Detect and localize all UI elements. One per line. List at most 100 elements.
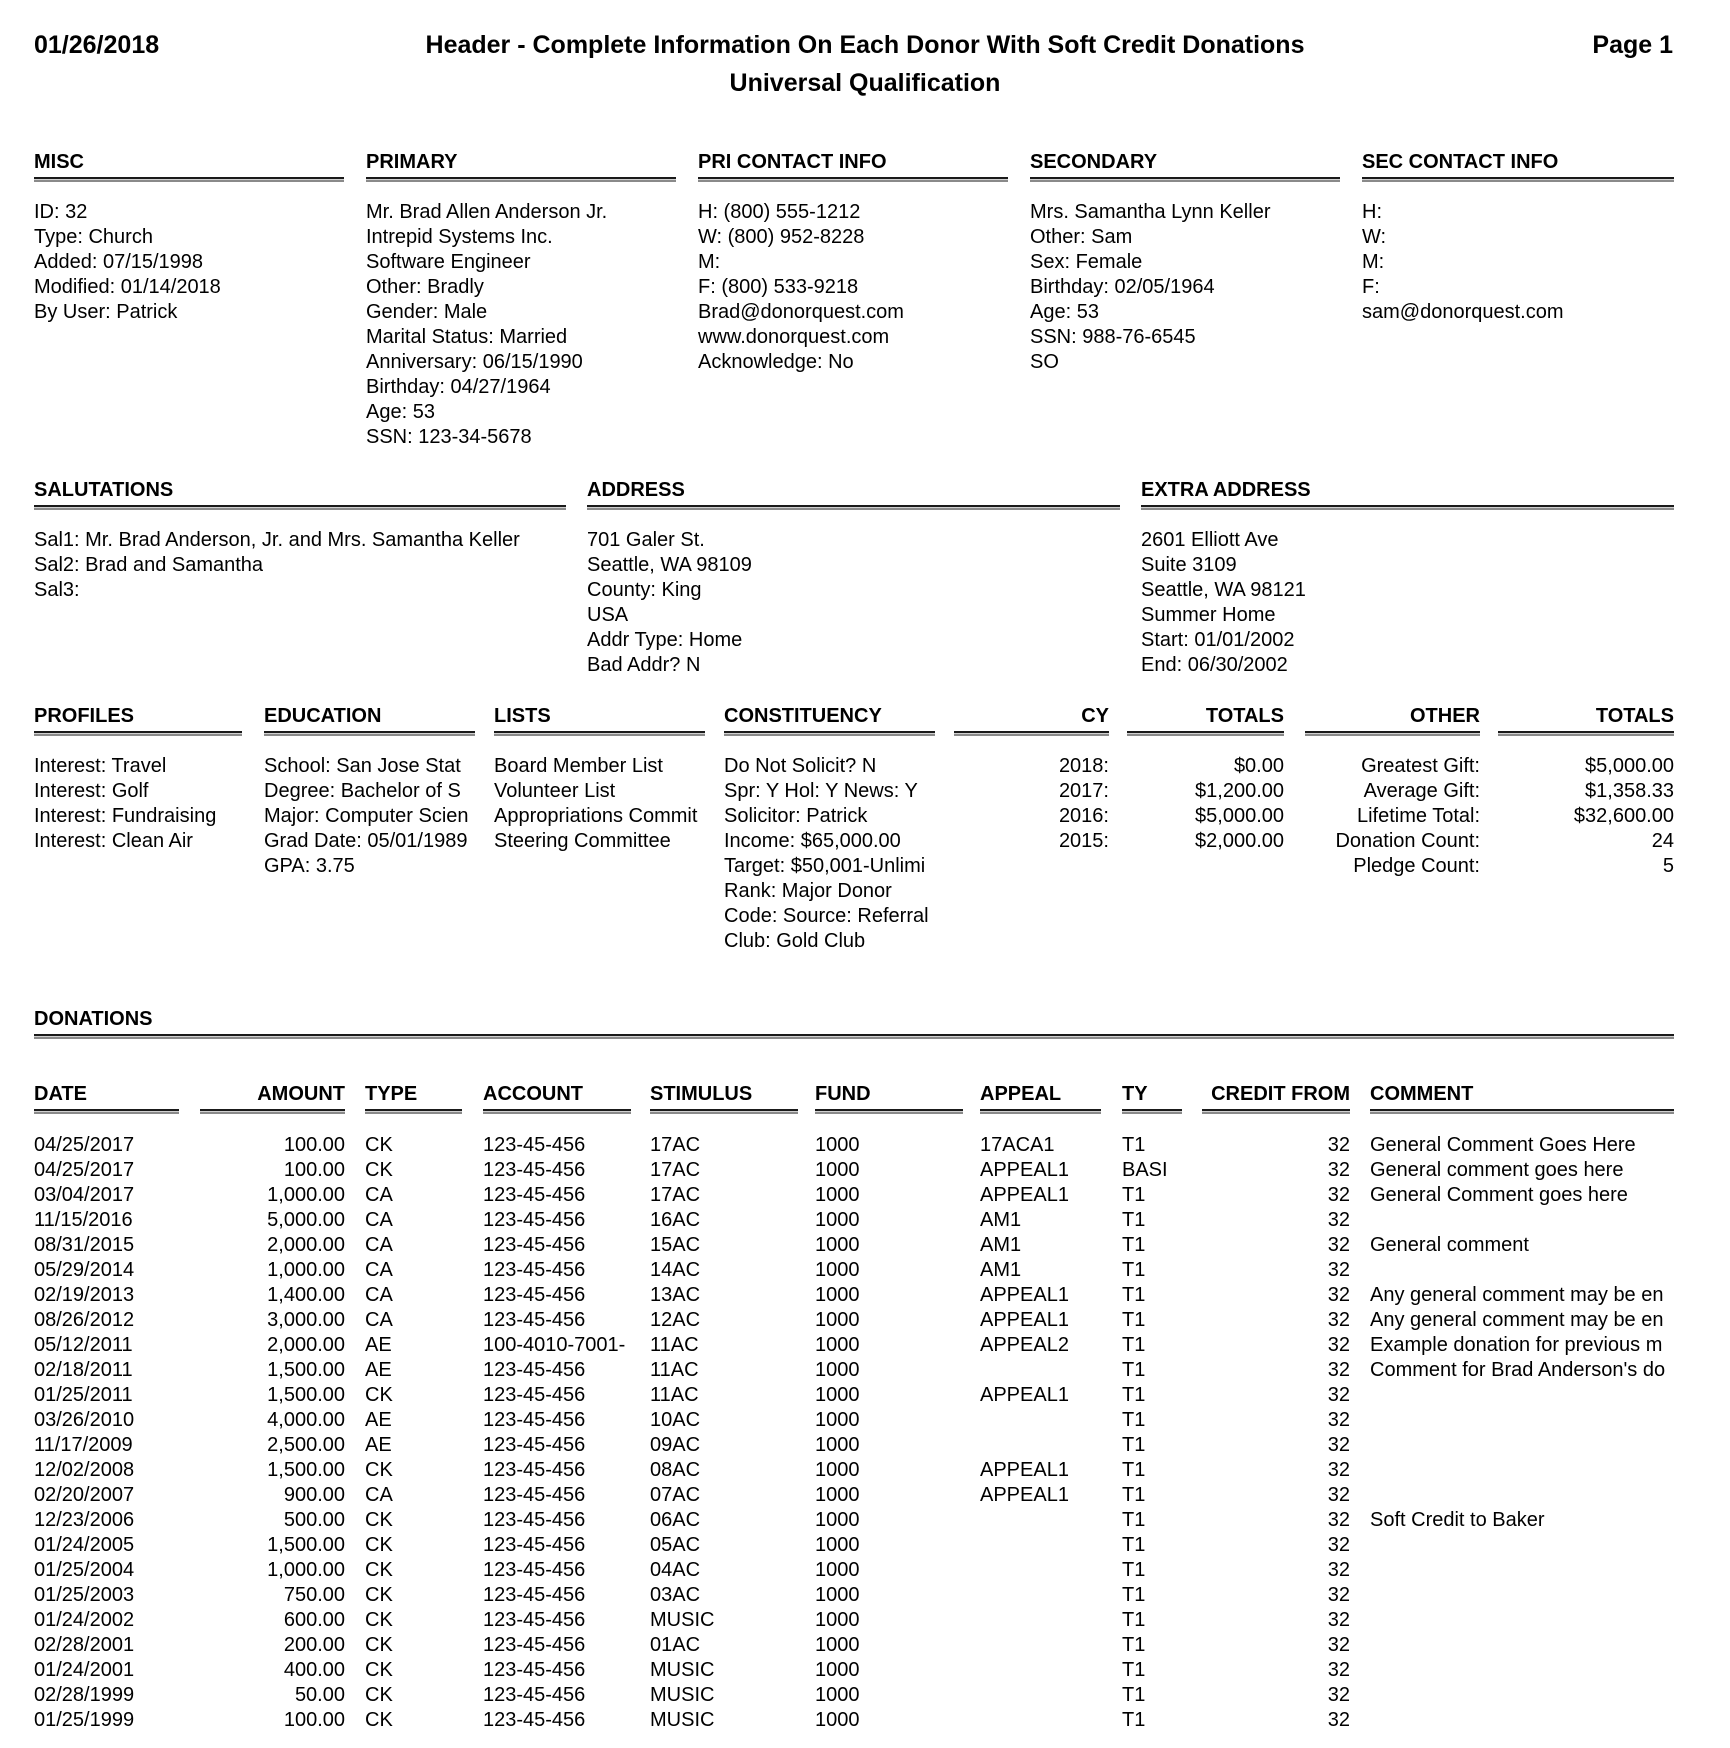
cell-amount: 1,500.00 — [267, 1384, 345, 1406]
education-rule — [264, 731, 475, 736]
cell-amount: 1,400.00 — [267, 1284, 345, 1306]
cell-fund: 1000 — [815, 1259, 860, 1281]
extra-address-line: End: 06/30/2002 — [1141, 654, 1288, 676]
cell-stimulus: 12AC — [650, 1309, 701, 1331]
misc-line: ID: 32 — [34, 201, 88, 223]
cy-totals-line: $2,000.00 — [1195, 830, 1284, 852]
column-header-date: DATE — [34, 1083, 87, 1105]
cell-date: 12/23/2006 — [34, 1509, 135, 1531]
table-row: 08/31/2015 2,000.00 CA 123-45-456 15AC 1000 AM… — [0, 1233, 1730, 1258]
cell-amount: 100.00 — [283, 1709, 345, 1731]
cell-fund: 1000 — [815, 1334, 860, 1356]
cell-ty: T1 — [1122, 1559, 1146, 1581]
lists-rule — [494, 731, 705, 736]
sec-contact-line: H: — [1362, 201, 1382, 223]
cell-type: CA — [365, 1259, 393, 1281]
pri-contact-content: H: (800) 555-1212 W: (800) 952-8228 M: F: (… — [698, 200, 1008, 375]
cell-comment: Any general comment may be en — [1370, 1309, 1664, 1331]
cell-ty: T1 — [1122, 1509, 1146, 1531]
sec-contact-line: M: — [1362, 251, 1385, 273]
lists-line: Steering Committee — [494, 830, 671, 852]
primary-line: Gender: Male — [366, 301, 488, 323]
cell-type: CK — [365, 1684, 393, 1706]
cell-credit-from: 32 — [1327, 1184, 1350, 1206]
cell-ty: T1 — [1122, 1659, 1146, 1681]
cell-amount: 3,000.00 — [267, 1309, 345, 1331]
cell-type: CK — [365, 1159, 393, 1181]
profiles-line: Interest: Fundraising — [34, 805, 217, 827]
cell-appeal: AM1 — [980, 1259, 1022, 1281]
cell-account: 123-45-456 — [483, 1434, 586, 1456]
cell-appeal: AM1 — [980, 1234, 1022, 1256]
cell-credit-from: 32 — [1327, 1134, 1350, 1156]
education-line: Grad Date: 05/01/1989 — [264, 830, 468, 852]
cell-appeal: 17ACA1 — [980, 1134, 1055, 1156]
salutations-content: Sal1: Mr. Brad Anderson, Jr. and Mrs. Sa… — [34, 528, 566, 603]
pri-contact-line: www.donorquest.com — [698, 326, 890, 348]
cell-appeal: APPEAL1 — [980, 1184, 1069, 1206]
cell-ty: T1 — [1122, 1459, 1146, 1481]
other-totals-line: $32,600.00 — [1573, 805, 1674, 827]
cell-credit-from: 32 — [1327, 1509, 1350, 1531]
column-rule-credit-from — [1202, 1109, 1350, 1114]
cell-date: 11/17/2009 — [34, 1434, 133, 1456]
misc-line: Modified: 01/14/2018 — [34, 276, 221, 298]
cell-account: 123-45-456 — [483, 1384, 586, 1406]
other-totals-title: TOTALS — [1595, 705, 1674, 727]
cell-comment: General comment — [1370, 1234, 1529, 1256]
column-header-account: ACCOUNT — [483, 1083, 583, 1105]
cell-fund: 1000 — [815, 1409, 860, 1431]
cell-date: 05/29/2014 — [34, 1259, 135, 1281]
extra-address-line: Suite 3109 — [1141, 554, 1237, 576]
misc-line: By User: Patrick — [34, 301, 178, 323]
cell-account: 123-45-456 — [483, 1459, 586, 1481]
cell-type: CK — [365, 1534, 393, 1556]
constituency-line: Solicitor: Patrick — [724, 805, 868, 827]
cell-ty: T1 — [1122, 1184, 1146, 1206]
salutations-line: Sal2: Brad and Samantha — [34, 554, 264, 576]
table-row: 04/25/2017 100.00 CK 123-45-456 17AC 1000 17AC… — [0, 1133, 1730, 1158]
cell-date: 01/24/2002 — [34, 1609, 135, 1631]
cell-ty: T1 — [1122, 1359, 1146, 1381]
table-row: 01/24/2002 600.00 CK 123-45-456 MUSIC 1000 T1 3… — [0, 1608, 1730, 1633]
cell-amount: 750.00 — [283, 1584, 345, 1606]
cell-date: 01/24/2005 — [34, 1534, 135, 1556]
lists-line: Volunteer List — [494, 780, 616, 802]
lists-line: Appropriations Commit — [494, 805, 698, 827]
cell-amount: 1,500.00 — [267, 1459, 345, 1481]
cy-content: 2018: 2017: 2016: 2015: — [954, 754, 1109, 854]
cell-date: 01/25/2004 — [34, 1559, 135, 1581]
cell-fund: 1000 — [815, 1134, 860, 1156]
primary-line: Marital Status: Married — [366, 326, 568, 348]
cell-appeal: APPEAL1 — [980, 1284, 1069, 1306]
cell-account: 123-45-456 — [483, 1509, 586, 1531]
pri-contact-line: Acknowledge: No — [698, 351, 854, 373]
cell-credit-from: 32 — [1327, 1284, 1350, 1306]
cell-amount: 1,000.00 — [267, 1184, 345, 1206]
profiles-line: Interest: Golf — [34, 780, 149, 802]
cell-ty: T1 — [1122, 1684, 1146, 1706]
cell-amount: 1,500.00 — [267, 1359, 345, 1381]
table-row: 02/19/2013 1,400.00 CA 123-45-456 13AC 1000 AP… — [0, 1283, 1730, 1308]
cell-credit-from: 32 — [1327, 1159, 1350, 1181]
constituency-rule — [724, 731, 935, 736]
cell-stimulus: MUSIC — [650, 1684, 715, 1706]
pri-contact-line: H: (800) 555-1212 — [698, 201, 861, 223]
cy-line: 2015: — [1058, 830, 1109, 852]
cell-account: 123-45-456 — [483, 1359, 586, 1381]
address-line: Bad Addr? N — [587, 654, 701, 676]
cell-fund: 1000 — [815, 1184, 860, 1206]
cell-type: CA — [365, 1284, 393, 1306]
cell-fund: 1000 — [815, 1684, 860, 1706]
secondary-line: SO — [1030, 351, 1059, 373]
cell-appeal: APPEAL2 — [980, 1334, 1069, 1356]
cell-date: 03/04/2017 — [34, 1184, 135, 1206]
primary-line: Birthday: 04/27/1964 — [366, 376, 551, 398]
extra-address-content: 2601 Elliott Ave Suite 3109 Seattle, WA 98… — [1141, 528, 1674, 678]
cell-amount: 2,000.00 — [267, 1334, 345, 1356]
cell-ty: T1 — [1122, 1334, 1146, 1356]
cell-amount: 1,000.00 — [267, 1259, 345, 1281]
address-line: Addr Type: Home — [587, 629, 743, 651]
address-content: 701 Galer St. Seattle, WA 98109 County: Ki… — [587, 528, 1120, 678]
cell-date: 08/31/2015 — [34, 1234, 135, 1256]
